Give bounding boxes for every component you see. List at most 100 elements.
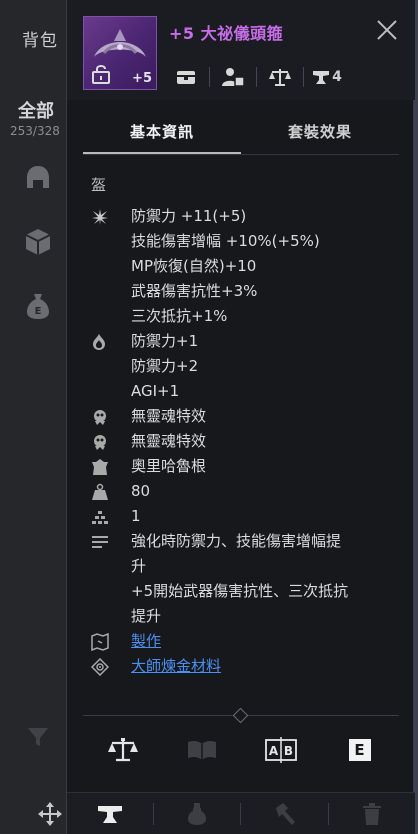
stat-row: 1	[91, 504, 401, 529]
stat-row: 奧里哈魯根	[91, 454, 401, 479]
item-name: +5 大祕儀頭箍	[169, 24, 284, 43]
inventory-title: 背包	[22, 31, 58, 51]
stat-icon-spacer	[91, 254, 131, 279]
helmet-filter-icon[interactable]	[22, 162, 54, 194]
tab-divider	[83, 154, 399, 155]
item-info-icons: 4	[163, 62, 409, 92]
potion-button[interactable]	[154, 794, 240, 834]
stat-text: 提升	[131, 607, 162, 625]
encyclopedia-button[interactable]	[182, 732, 222, 768]
stat-text: 升	[131, 557, 147, 575]
tooltip-actions: AB E	[83, 730, 399, 770]
stat-text: 防禦力+2	[131, 357, 199, 375]
item-enhance-level: +5	[132, 71, 152, 86]
tab-basic-info[interactable]: 基本資訊	[83, 112, 241, 154]
weight-icon	[91, 479, 131, 504]
stat-list: 防禦力 +11(+5) 技能傷害增幅 +10%(+5%) MP恢復(自然)+10 武器…	[91, 204, 401, 679]
sparkle-icon	[91, 204, 131, 229]
move-icon[interactable]	[36, 800, 64, 828]
stat-icon-spacer	[91, 354, 131, 379]
tooltip-bottom-bar	[67, 792, 415, 834]
inventory-count: 253/328	[10, 124, 60, 138]
stat-row: MP恢復(自然)+10	[91, 254, 401, 279]
stat-link[interactable]: 大師煉金材料	[131, 654, 221, 679]
section-divider	[83, 707, 399, 724]
item-category: 盔	[91, 176, 107, 194]
stat-row: 提升	[91, 604, 401, 629]
crest-icon	[91, 454, 131, 479]
stat-row[interactable]: 大師煉金材料	[91, 654, 401, 679]
stat-text: +5開始武器傷害抗性、三次抵抗	[131, 582, 349, 600]
stat-row: 防禦力+2	[91, 354, 401, 379]
list-icon	[91, 529, 131, 554]
soul-icon	[91, 429, 131, 454]
hammer-button[interactable]	[241, 794, 327, 834]
stat-icon-spacer	[91, 604, 131, 629]
svg-text:A: A	[268, 744, 278, 758]
flame-icon	[91, 329, 131, 354]
funnel-icon[interactable]	[22, 720, 54, 752]
stat-icon-spacer	[91, 229, 131, 254]
unlock-icon	[90, 63, 112, 85]
potion-icon	[188, 802, 207, 825]
storage-chest-icon[interactable]	[163, 68, 209, 86]
stat-icon-spacer	[91, 279, 131, 304]
stat-icon-spacer	[91, 304, 131, 329]
stat-text: 三次抵抗+1%	[131, 307, 228, 325]
delete-button[interactable]	[329, 794, 415, 834]
stat-row: +5開始武器傷害抗性、三次抵抗	[91, 579, 401, 604]
stat-row: 80	[91, 479, 401, 504]
ab-icon: AB	[264, 737, 297, 763]
divider-diamond	[232, 707, 249, 724]
e-key-icon: E	[348, 739, 371, 761]
account-storage-icon[interactable]	[210, 66, 256, 88]
stat-text: 防禦力+1	[131, 332, 199, 350]
anvil-count-value: 4	[332, 69, 342, 85]
stat-row: 防禦力+1	[91, 329, 401, 354]
stat-icon-spacer	[91, 579, 131, 604]
enhance-anvil-button[interactable]	[67, 794, 153, 834]
stat-text: 強化時防禦力、技能傷害增幅提	[131, 532, 342, 550]
soul-icon	[91, 404, 131, 429]
book-icon	[187, 740, 216, 760]
stat-text: 防禦力 +11(+5)	[131, 207, 247, 225]
trash-icon	[362, 802, 381, 825]
stat-text: 奧里哈魯根	[131, 457, 207, 475]
stat-text: 無靈魂特效	[131, 432, 207, 450]
stat-row: 無靈魂特效	[91, 429, 401, 454]
hammer-icon	[275, 802, 295, 825]
trade-scale-icon[interactable]	[257, 67, 303, 87]
stat-text: 無靈魂特效	[131, 407, 207, 425]
compare-button[interactable]	[103, 732, 143, 768]
ab-compare-button[interactable]: AB	[261, 732, 301, 768]
stat-text: AGI+1	[131, 382, 180, 400]
scale-icon	[107, 738, 138, 762]
stat-text: 技能傷害增幅 +10%(+5%)	[131, 232, 320, 250]
stat-row[interactable]: 製作	[91, 629, 401, 654]
anvil-icon	[313, 71, 330, 84]
tooltip-header: +5 +5 大祕儀頭箍 4	[67, 0, 415, 100]
anvil-count[interactable]: 4	[304, 68, 350, 86]
equip-button[interactable]: E	[340, 732, 380, 768]
stat-row: 防禦力 +11(+5)	[91, 204, 401, 229]
close-button[interactable]	[375, 18, 399, 42]
stat-row: 升	[91, 554, 401, 579]
stat-link[interactable]: 製作	[131, 629, 161, 654]
svg-text:B: B	[283, 744, 292, 758]
stat-text: 1	[131, 507, 141, 525]
box-filter-icon[interactable]	[22, 226, 54, 258]
stat-icon-spacer	[91, 379, 131, 404]
tab-set-effect[interactable]: 套裝效果	[241, 112, 399, 154]
stat-row: 技能傷害增幅 +10%(+5%)	[91, 229, 401, 254]
anvil-icon	[98, 805, 123, 823]
item-tooltip: +5 +5 大祕儀頭箍 4 基本資訊 套裝效果 盔 防禦力 +11(+5) 技能…	[66, 0, 415, 834]
svg-text:E: E	[35, 306, 42, 317]
filter-all-tab[interactable]: 全部	[18, 97, 54, 123]
alchemy-icon	[91, 654, 131, 679]
money-bag-filter-icon[interactable]: E	[22, 290, 54, 322]
stat-row: AGI+1	[91, 379, 401, 404]
stat-row: 強化時防禦力、技能傷害增幅提	[91, 529, 401, 554]
stack-icon	[91, 504, 131, 529]
stat-icon-spacer	[91, 554, 131, 579]
map-icon	[91, 629, 131, 654]
